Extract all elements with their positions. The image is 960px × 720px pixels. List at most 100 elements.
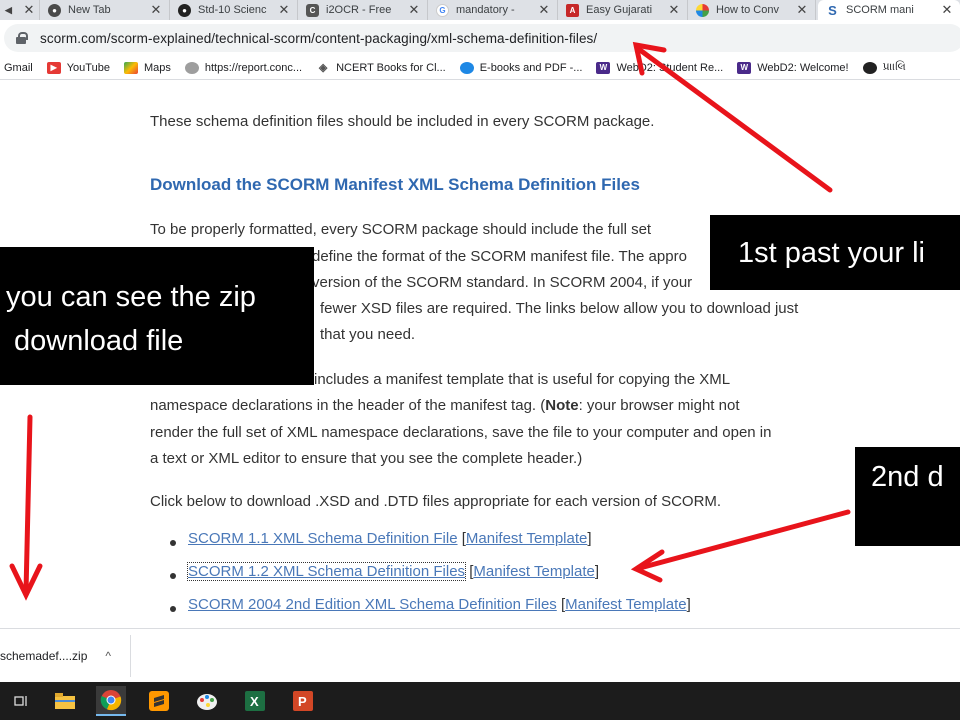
- tab-label: How to Conv: [716, 4, 779, 16]
- task-view-icon[interactable]: [6, 686, 36, 716]
- ncert-icon: ◈: [318, 62, 328, 74]
- scorm11-link[interactable]: SCORM 1.1 XML Schema Definition File: [188, 530, 458, 547]
- close-icon[interactable]: ✕: [537, 2, 551, 18]
- para1-line4: fewer XSD files are required. The links …: [320, 300, 799, 317]
- excel-icon[interactable]: X: [240, 686, 270, 716]
- para3: Click below to download .XSD and .DTD fi…: [150, 493, 722, 510]
- close-icon[interactable]: ✕: [277, 2, 291, 18]
- tab-i2ocr[interactable]: C i2OCR - Free ✕: [298, 0, 428, 20]
- para1-line2: define the format of the SCORM manifest …: [312, 248, 687, 265]
- file-explorer-icon[interactable]: [50, 686, 80, 716]
- tab-audio[interactable]: ◀ ✕: [0, 0, 40, 20]
- download-filename: schemadef....zip: [0, 649, 88, 663]
- annotation-text: you can see the zip: [6, 281, 256, 313]
- annotation-box-2: you can see the zip download file: [0, 247, 314, 385]
- divider: [130, 635, 131, 677]
- tab-label: Std-10 Scienc: [198, 4, 267, 16]
- bookmark-gujarati[interactable]: પ્રાાલિ: [862, 61, 906, 74]
- annotation-text: 1st past your li: [738, 237, 925, 269]
- bookmark-label: WebD2: Welcome!: [757, 61, 849, 74]
- close-icon[interactable]: ✕: [940, 2, 954, 18]
- bookmark-ncert[interactable]: ◈ NCERT Books for Cl...: [316, 61, 446, 75]
- webd2-icon: W: [596, 61, 611, 74]
- annotation-box-3: 2nd d: [855, 447, 960, 546]
- youtube-icon: ▶: [46, 61, 61, 74]
- github-icon: [862, 61, 877, 74]
- tab-std10[interactable]: ● Std-10 Scienc ✕: [170, 0, 298, 20]
- chrome-icon[interactable]: [96, 686, 126, 716]
- intro-text: These schema definition files should be …: [150, 113, 655, 130]
- sublime-icon[interactable]: [144, 686, 174, 716]
- bookmark-webd2-welcome[interactable]: W WebD2: Welcome!: [737, 61, 849, 74]
- github-icon: ●: [178, 3, 191, 17]
- i2ocr-icon: C: [306, 3, 319, 17]
- para2-line4: a text or XML editor to ensure that you …: [150, 450, 583, 467]
- url-text[interactable]: scorm.com/scorm-explained/technical-scor…: [40, 31, 597, 46]
- close-icon[interactable]: ✕: [149, 2, 163, 18]
- para2-text-rest: : your browser might not: [578, 397, 740, 414]
- bookmark-ebooks[interactable]: E-books and PDF -...: [459, 61, 583, 74]
- manifest-template-link[interactable]: Manifest Template: [466, 530, 587, 547]
- powerpoint-icon[interactable]: P: [288, 686, 318, 716]
- para2-line3: render the full set of XML namespace dec…: [150, 424, 772, 441]
- para2-line2: namespace declarations in the header of …: [150, 393, 862, 419]
- scorm2004-link[interactable]: SCORM 2004 2nd Edition XML Schema Defini…: [188, 596, 557, 613]
- bookmark-youtube[interactable]: ▶ YouTube: [46, 61, 110, 74]
- tab-label: Easy Gujarati: [586, 4, 653, 16]
- download-shelf: schemadef....zip ^: [0, 628, 960, 682]
- scorm12-link[interactable]: SCORM 1.2 XML Schema Definition Files: [186, 562, 467, 581]
- para1-line3: version of the SCORM standard. In SCORM …: [312, 274, 693, 291]
- scorm-icon: S: [828, 2, 837, 18]
- para2-text: namespace declarations in the header of …: [150, 397, 546, 414]
- taskbar: X P: [0, 682, 960, 720]
- bookmark-label: E-books and PDF -...: [479, 61, 583, 74]
- annotation-text: download file: [14, 325, 184, 357]
- screen: { "browser": { "tabs": [ {"label": "", "…: [0, 0, 960, 720]
- ebook-icon: [459, 61, 474, 74]
- bookmark-label: YouTube: [66, 61, 110, 74]
- tab-strip: ◀ ✕ ● New Tab ✕ ● Std-10 Scienc ✕ C i2OC…: [0, 0, 960, 20]
- tab-mandatory[interactable]: G mandatory - ✕: [428, 0, 558, 20]
- annotation-text: 2nd d: [871, 461, 944, 493]
- tab-easy-gujarati[interactable]: A Easy Gujarati ✕: [558, 0, 688, 20]
- bookmark-label: https://report.conc...: [204, 61, 303, 74]
- manifest-template-link[interactable]: Manifest Template: [565, 596, 686, 613]
- tab-scorm-active[interactable]: S SCORM mani ✕: [818, 0, 960, 20]
- tab-label: New Tab: [68, 4, 111, 16]
- close-icon[interactable]: ✕: [667, 2, 681, 18]
- annotation-box-1: 1st past your li: [710, 215, 960, 290]
- paint-icon[interactable]: [192, 686, 222, 716]
- bookmark-label: WebD2: Student Re...: [616, 61, 724, 74]
- bookmark-label: Gmail: [4, 61, 33, 74]
- globe-icon: [184, 61, 199, 74]
- svg-text:P: P: [298, 694, 307, 709]
- lock-icon[interactable]: [16, 32, 28, 44]
- bookmark-label: NCERT Books for Cl...: [336, 61, 446, 74]
- bookmark-report[interactable]: https://report.conc...: [184, 61, 303, 74]
- tab-new-tab[interactable]: ● New Tab ✕: [40, 0, 170, 20]
- tab-label: i2OCR - Free: [326, 4, 392, 16]
- para1-line5: that you need.: [320, 326, 416, 343]
- bookmark-maps[interactable]: Maps: [123, 61, 171, 74]
- google-icon: G: [436, 3, 449, 17]
- bookmark-webd2-student[interactable]: W WebD2: Student Re...: [596, 61, 724, 74]
- tab-how-to-convert[interactable]: How to Conv ✕: [688, 0, 816, 20]
- tab-label: SCORM mani: [846, 4, 914, 16]
- close-icon[interactable]: ✕: [22, 2, 36, 18]
- bookmark-label: Maps: [143, 61, 171, 74]
- para2-line1: includes a manifest template that is use…: [314, 371, 731, 388]
- download-item[interactable]: schemadef....zip ^: [0, 641, 111, 671]
- webd2-icon: W: [737, 61, 752, 74]
- close-icon[interactable]: ✕: [795, 2, 809, 18]
- bookmark-gmail[interactable]: Gmail: [4, 62, 33, 74]
- bookmark-label: પ્રાાલિ: [882, 61, 906, 73]
- close-icon[interactable]: ✕: [407, 2, 421, 18]
- section-heading: Download the SCORM Manifest XML Schema D…: [150, 175, 640, 194]
- omnibox[interactable]: scorm.com/scorm-explained/technical-scor…: [4, 24, 960, 52]
- bookmarks-bar: Gmail ▶ YouTube Maps https://report.conc…: [0, 56, 960, 80]
- manifest-template-link[interactable]: Manifest Template: [473, 563, 594, 580]
- tab-label: mandatory -: [456, 4, 515, 16]
- maps-icon: [123, 61, 138, 74]
- easy-gujarati-icon: A: [566, 3, 579, 17]
- chevron-up-icon[interactable]: ^: [105, 649, 111, 663]
